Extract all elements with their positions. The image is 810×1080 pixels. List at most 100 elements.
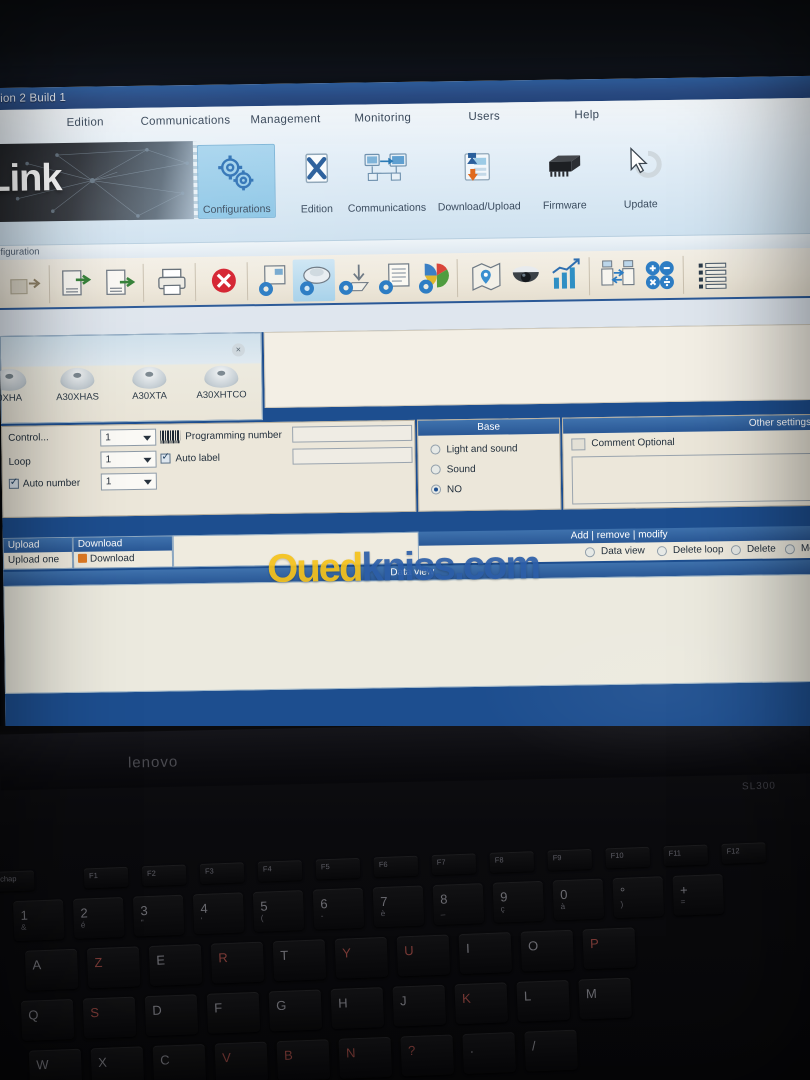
- base-radio-light-and-sound[interactable]: [430, 444, 441, 455]
- menu-management[interactable]: Management: [250, 113, 320, 126]
- device-tab-0xha[interactable]: 0XHA: [0, 368, 42, 404]
- ribbon-button-download-upload[interactable]: Download/Upload: [437, 140, 521, 215]
- key-j[interactable]: J: [392, 984, 447, 1027]
- key-8[interactable]: 8 _: [432, 883, 485, 926]
- key-l[interactable]: L: [516, 979, 570, 1022]
- key-t[interactable]: T: [272, 939, 327, 982]
- camera-icon[interactable]: [505, 256, 548, 299]
- key-z[interactable]: Z: [86, 946, 141, 989]
- key-c[interactable]: C: [152, 1043, 207, 1080]
- open-icon[interactable]: [5, 263, 48, 306]
- map-icon[interactable]: [465, 256, 508, 299]
- report-list-icon[interactable]: [691, 253, 734, 296]
- key-f11[interactable]: F11: [663, 844, 709, 867]
- key-f8[interactable]: F8: [489, 851, 535, 873]
- key-q[interactable]: Q: [20, 998, 75, 1041]
- key-7[interactable]: 7è: [372, 885, 425, 928]
- key-f3[interactable]: F3: [199, 862, 245, 884]
- key-v[interactable]: V: [214, 1041, 269, 1080]
- key-3[interactable]: 3 ": [132, 894, 185, 937]
- auto-label-checkbox[interactable]: [160, 453, 171, 464]
- key-5[interactable]: 5(: [252, 890, 305, 932]
- base-radio-no[interactable]: [430, 484, 442, 495]
- key-f7[interactable]: F7: [431, 853, 477, 876]
- key-f[interactable]: F: [206, 991, 261, 1034]
- calculator-icon[interactable]: [639, 254, 682, 297]
- key-f4[interactable]: F4: [257, 860, 303, 882]
- arm-radio-delete[interactable]: [730, 545, 742, 556]
- print-icon[interactable]: [151, 261, 194, 304]
- key-o[interactable]: O: [520, 929, 575, 972]
- menu-users[interactable]: Users: [468, 111, 500, 123]
- ribbon-button-communications[interactable]: Communications: [347, 142, 426, 217]
- key-e[interactable]: E: [148, 944, 203, 986]
- export-doc-icon[interactable]: [99, 262, 142, 305]
- menu-monitoring[interactable]: Monitoring: [354, 112, 411, 125]
- base-radio-sound[interactable]: [430, 464, 441, 475]
- key-r[interactable]: R: [210, 941, 265, 984]
- key-4[interactable]: 4 ': [192, 892, 245, 935]
- ribbon-button-update[interactable]: Update: [601, 138, 680, 213]
- key-b[interactable]: B: [276, 1039, 331, 1080]
- ribbon-button-edition[interactable]: Edition: [277, 143, 356, 218]
- key-f12[interactable]: F12: [721, 842, 767, 864]
- arm-radio-data-view[interactable]: [584, 547, 596, 558]
- key-p[interactable]: P: [582, 927, 636, 970]
- transfer-icon[interactable]: [597, 254, 640, 297]
- keyboard[interactable]: Echap F1 F2 F3 F4 F5 F6 F7 F8 F9 F10 F11…: [0, 836, 810, 1080]
- device-settings-icon[interactable]: [253, 260, 296, 303]
- key-f1[interactable]: F1: [83, 866, 129, 889]
- key-degree[interactable]: °): [612, 876, 665, 919]
- programming-number-input[interactable]: [292, 424, 413, 443]
- download-button[interactable]: Download: [73, 550, 173, 568]
- loop-select[interactable]: 1: [100, 450, 157, 469]
- import-doc-icon[interactable]: [55, 263, 98, 306]
- key-h[interactable]: H: [330, 987, 385, 1030]
- upload-one-button[interactable]: Upload one: [3, 551, 73, 569]
- key-g[interactable]: G: [268, 989, 323, 1032]
- key-d[interactable]: D: [144, 994, 199, 1037]
- data-view-table[interactable]: [3, 573, 810, 694]
- key-escape[interactable]: Echap: [0, 870, 35, 893]
- key-6[interactable]: 6-: [312, 887, 365, 930]
- auto-number-select[interactable]: 1: [100, 472, 157, 491]
- key-plus[interactable]: + =: [672, 873, 725, 916]
- detector-settings-icon[interactable]: [292, 258, 336, 302]
- device-tab-a30xhas[interactable]: A30XHAS: [45, 367, 110, 403]
- key-m[interactable]: M: [578, 977, 632, 1020]
- key-x[interactable]: X: [90, 1046, 145, 1080]
- close-icon[interactable]: ×: [231, 343, 246, 357]
- key-f5[interactable]: F5: [315, 857, 361, 880]
- chart-settings-icon[interactable]: [413, 257, 456, 300]
- key-comma[interactable]: ?: [400, 1034, 454, 1077]
- comment-textarea[interactable]: [571, 452, 810, 505]
- key-f9[interactable]: F9: [547, 848, 593, 871]
- control-select[interactable]: 1: [100, 428, 157, 447]
- key-2[interactable]: 2é: [72, 896, 125, 939]
- key-9[interactable]: 9ç: [492, 880, 545, 923]
- key-a[interactable]: A: [24, 948, 79, 991]
- ribbon-button-configurations[interactable]: Configurations: [196, 143, 276, 220]
- key-f10[interactable]: F10: [605, 846, 651, 869]
- menu-edition[interactable]: Edition: [66, 116, 103, 129]
- key-1[interactable]: 1 &: [12, 899, 65, 942]
- key-f6[interactable]: F6: [373, 855, 419, 878]
- device-tab-a30xta[interactable]: A30XTA: [117, 366, 182, 402]
- key-s[interactable]: S: [82, 996, 137, 1039]
- loop-settings-icon[interactable]: [333, 258, 376, 301]
- menu-help[interactable]: Help: [574, 109, 599, 121]
- key-u[interactable]: U: [396, 934, 451, 977]
- delete-icon[interactable]: [203, 260, 246, 303]
- key-colon[interactable]: /: [524, 1029, 578, 1072]
- key-0[interactable]: 0à: [552, 878, 605, 921]
- key-y[interactable]: Y: [334, 936, 389, 979]
- key-semicolon[interactable]: .: [462, 1032, 516, 1075]
- key-w[interactable]: W: [28, 1048, 83, 1080]
- label-input[interactable]: [292, 446, 413, 465]
- statistics-icon[interactable]: [545, 255, 588, 298]
- ribbon-button-firmware[interactable]: Firmware: [525, 139, 604, 214]
- list-settings-icon[interactable]: [373, 258, 416, 301]
- key-k[interactable]: K: [454, 982, 509, 1025]
- arm-radio-delete-loop[interactable]: [656, 546, 668, 557]
- key-n[interactable]: N: [338, 1036, 393, 1079]
